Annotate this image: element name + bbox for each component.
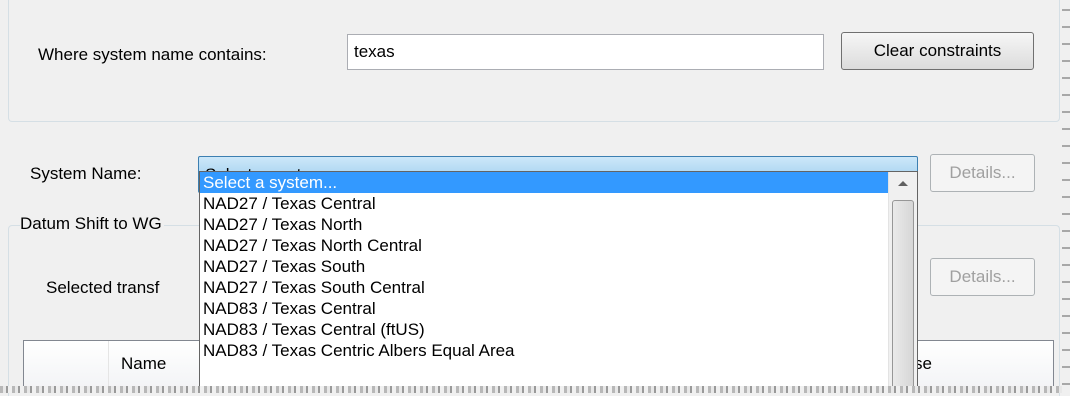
list-item[interactable]: NAD27 / Texas North — [200, 214, 917, 235]
constraints-label: Where system name contains: — [38, 45, 267, 64]
list-item[interactable]: NAD27 / Texas Central — [200, 193, 917, 214]
list-item[interactable]: NAD83 / Texas Central (ftUS) — [200, 319, 917, 340]
constraints-input[interactable]: texas — [347, 34, 824, 70]
table-header-blank — [24, 341, 109, 387]
scroll-thumb[interactable] — [892, 200, 914, 390]
system-details-button[interactable]: Details... — [930, 154, 1035, 192]
list-item[interactable]: Select a system... — [200, 172, 917, 193]
constraints-input-value: texas — [354, 42, 395, 61]
dropdown-scrollbar[interactable] — [888, 172, 917, 392]
scroll-up-icon[interactable] — [889, 172, 917, 196]
list-item[interactable]: NAD83 / Texas Centric Albers Equal Area — [200, 340, 917, 361]
list-item[interactable]: NAD27 / Texas South — [200, 256, 917, 277]
system-dropdown-list[interactable]: Select a system... NAD27 / Texas Central… — [199, 171, 918, 393]
list-item[interactable]: NAD27 / Texas North Central — [200, 235, 917, 256]
datum-shift-label: Datum Shift to WG — [20, 214, 164, 234]
list-item[interactable]: NAD27 / Texas South Central — [200, 277, 917, 298]
list-item[interactable]: NAD83 / Texas Central — [200, 298, 917, 319]
clear-constraints-button[interactable]: Clear constraints — [841, 32, 1034, 70]
transform-details-button[interactable]: Details... — [930, 258, 1035, 296]
torn-edge-right — [1062, 0, 1070, 393]
torn-edge-bottom — [0, 386, 1070, 393]
selected-transform-label: Selected transf — [46, 278, 160, 297]
system-name-label: System Name: — [30, 164, 142, 183]
